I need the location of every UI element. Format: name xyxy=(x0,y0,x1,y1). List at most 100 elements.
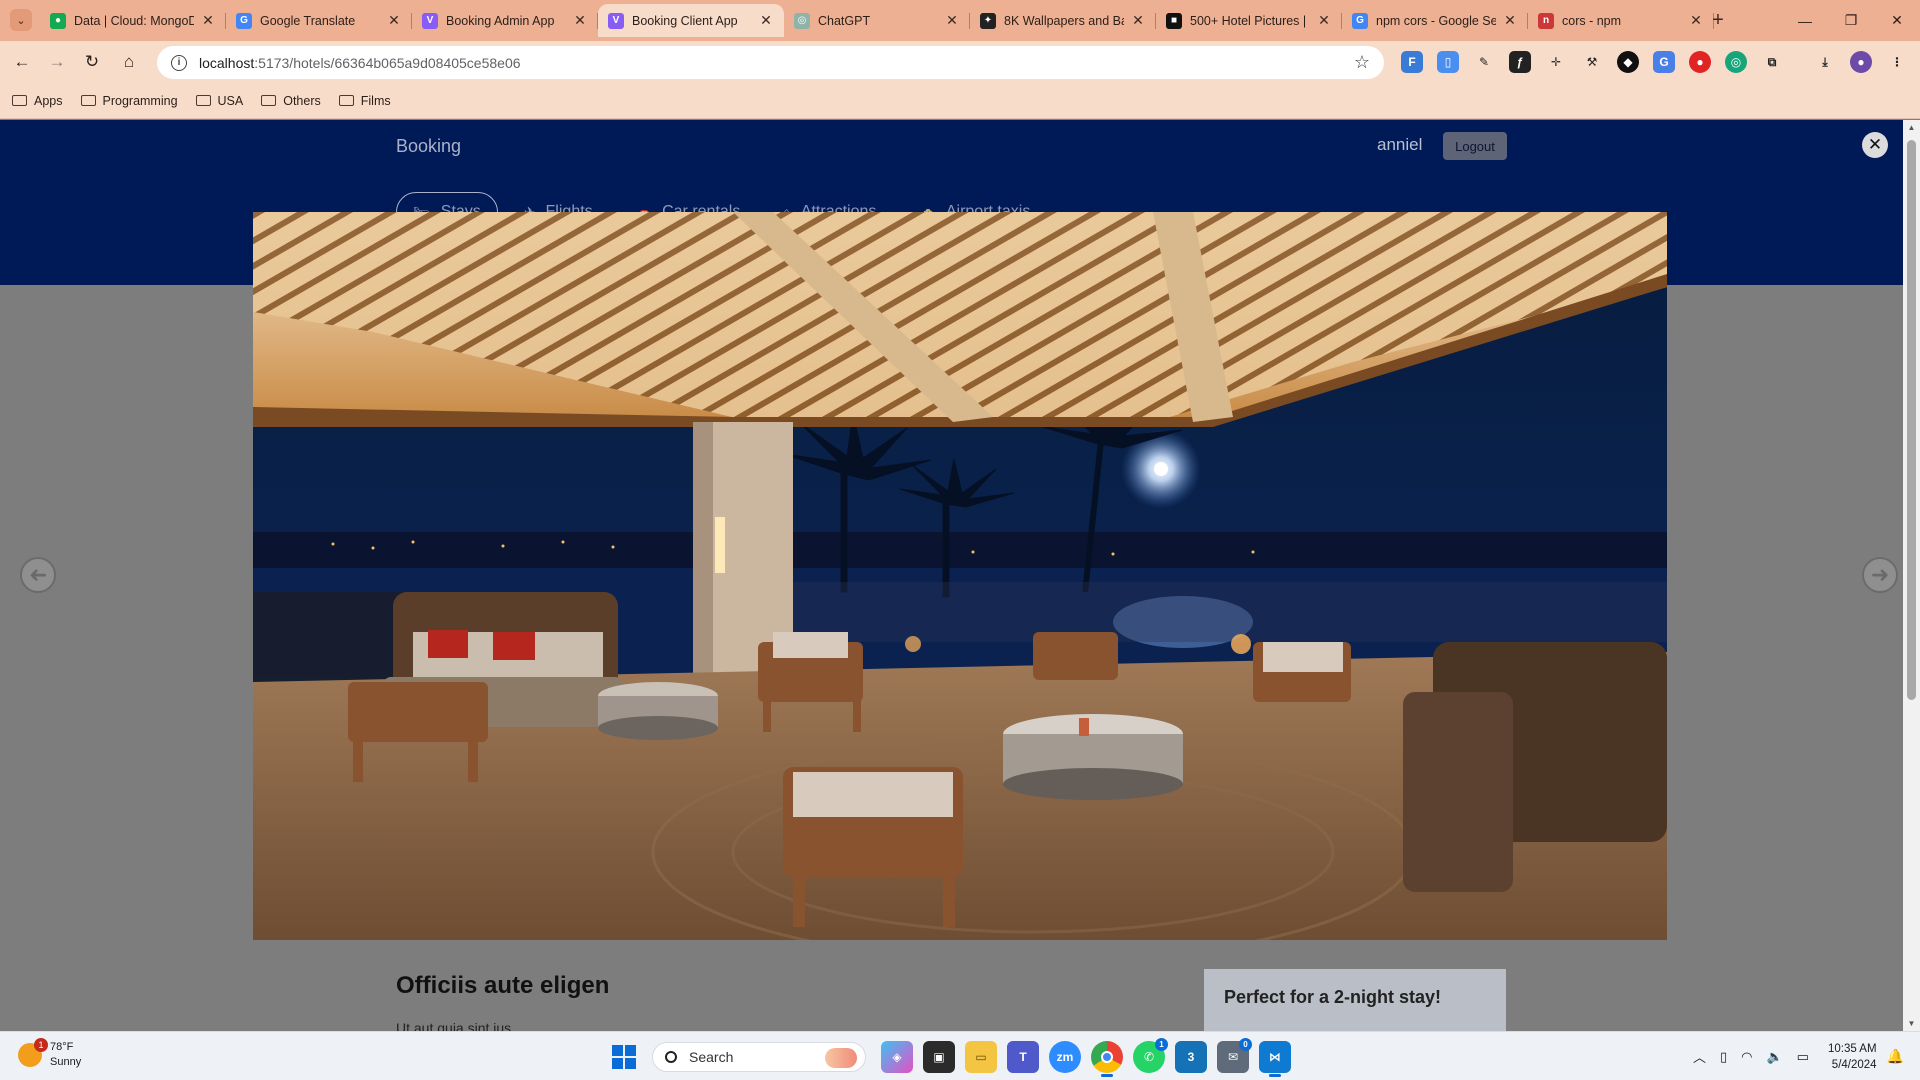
arrow-left-icon: ➜ xyxy=(28,562,48,587)
scrollbar-thumb[interactable] xyxy=(1907,140,1916,700)
tab-close-icon[interactable]: ✕ xyxy=(572,12,588,29)
browser-tab[interactable]: V Booking Admin App ✕ xyxy=(412,4,598,37)
weather-temperature: 78°F xyxy=(50,1041,74,1053)
battery-icon[interactable]: ▭ xyxy=(1797,1049,1809,1065)
browser-tab[interactable]: n cors - npm ✕ xyxy=(1528,4,1714,37)
extension-icon-4[interactable]: ƒ xyxy=(1509,51,1531,73)
minimize-button[interactable]: — xyxy=(1782,0,1828,41)
taskbar-apps: Search ◈ ▣ ▭ T zm ✆ 1 3 ✉ 0 ⋈ xyxy=(612,1037,1296,1077)
task-view-icon[interactable]: ▣ xyxy=(923,1040,955,1073)
translate-extension-icon[interactable]: G xyxy=(1653,51,1675,73)
weather-condition: Sunny xyxy=(50,1056,82,1068)
tab-close-icon[interactable]: ✕ xyxy=(1316,12,1332,29)
tab-close-icon[interactable]: ✕ xyxy=(1502,12,1518,29)
tab-close-icon[interactable]: ✕ xyxy=(758,12,774,29)
extension-icon-1[interactable]: F xyxy=(1401,51,1423,73)
extensions-puzzle-icon[interactable]: ⧉ xyxy=(1761,51,1783,73)
window-controls: — ❐ ✕ xyxy=(1782,0,1920,41)
forward-button[interactable]: → xyxy=(43,48,71,76)
back-button[interactable]: ← xyxy=(8,48,36,76)
hotel-lounge-photo xyxy=(253,212,1667,940)
chrome-icon[interactable] xyxy=(1091,1040,1123,1077)
teams-icon[interactable]: T xyxy=(1007,1040,1039,1073)
slider-prev-arrow[interactable]: ➜ xyxy=(20,557,56,593)
close-window-button[interactable]: ✕ xyxy=(1874,0,1920,41)
weather-widget[interactable]: 1 78°F Sunny xyxy=(18,1038,82,1070)
logout-button[interactable]: Logout xyxy=(1443,132,1507,160)
extension-icon-7[interactable]: ◆ xyxy=(1617,51,1639,73)
bookmark-films[interactable]: Films xyxy=(338,94,391,108)
wifi-icon[interactable]: ◠ xyxy=(1741,1049,1752,1065)
browser-tab[interactable]: ✦ 8K Wallpapers and Backgrounds ✕ xyxy=(970,4,1156,37)
tab-close-icon[interactable]: ✕ xyxy=(1688,12,1704,29)
taskbar-search[interactable]: Search xyxy=(652,1041,866,1072)
extension-icon-2[interactable]: ▯ xyxy=(1437,51,1459,73)
site-info-icon[interactable]: i xyxy=(171,54,187,71)
site-logo[interactable]: Booking xyxy=(396,136,461,157)
profile-avatar[interactable]: ● xyxy=(1850,51,1872,73)
arrow-right-icon: ➜ xyxy=(1870,562,1890,587)
bookmark-others[interactable]: Others xyxy=(261,94,321,108)
mail-icon[interactable]: ✉ 0 xyxy=(1217,1037,1252,1073)
scroll-down-icon[interactable]: ▼ xyxy=(1903,1019,1920,1028)
browser-tab[interactable]: Gnpm cors - Google Search ✕ xyxy=(1342,4,1528,37)
css3-icon[interactable]: 3 xyxy=(1175,1040,1207,1073)
search-icon xyxy=(665,1050,677,1063)
extension-icon-10[interactable]: ◎ xyxy=(1725,51,1747,73)
browser-tab[interactable]: ● Data | Cloud: MongoDB Cloud ✕ xyxy=(40,4,226,37)
address-bar[interactable]: i localhost:5173/hotels/66364b065a9d0840… xyxy=(157,46,1384,79)
vscode-icon[interactable]: ⋈ xyxy=(1259,1040,1291,1077)
browser-tab[interactable]: G Google Translate ✕ xyxy=(226,4,412,37)
scroll-up-icon[interactable]: ▲ xyxy=(1903,123,1920,132)
tab-close-icon[interactable]: ✕ xyxy=(1130,12,1146,29)
reload-button[interactable]: ↻ xyxy=(78,48,106,76)
tab-close-icon[interactable]: ✕ xyxy=(944,12,960,29)
taskbar-search-label: Search xyxy=(689,1048,734,1065)
extension-icon-6[interactable]: ⚒ xyxy=(1581,51,1603,73)
home-button[interactable]: ⌂ xyxy=(115,48,143,76)
downloads-icon[interactable]: ⤓ xyxy=(1814,51,1836,73)
tray-chevron-icon[interactable]: ︿ xyxy=(1693,1047,1706,1066)
windows-taskbar: 1 78°F Sunny Search ◈ ▣ ▭ T zm ✆ 1 3 ✉ 0 ⋈… xyxy=(0,1031,1920,1080)
ruler-extension-icon[interactable]: ✛ xyxy=(1545,51,1567,73)
folder-icon xyxy=(195,95,211,106)
tab-favicon-icon: ◎ xyxy=(794,12,810,29)
browser-tab[interactable]: V Booking Client App ✕ xyxy=(598,4,784,37)
tab-close-icon[interactable]: ✕ xyxy=(200,12,216,29)
zoom-icon[interactable]: zm xyxy=(1049,1040,1081,1073)
volume-icon[interactable]: 🔈 xyxy=(1766,1049,1782,1065)
notification-bell-icon[interactable]: 🔔 xyxy=(1887,1048,1904,1065)
tab-close-icon[interactable]: ✕ xyxy=(386,12,402,29)
slider-next-arrow[interactable]: ➜ xyxy=(1862,557,1898,593)
tab-title: Google Translate xyxy=(260,13,356,28)
bookmark-usa[interactable]: USA xyxy=(195,94,243,108)
hotel-description: Ut aut quia sint ius xyxy=(396,1020,512,1031)
folder-icon xyxy=(80,95,96,106)
file-explorer-icon[interactable]: ▭ xyxy=(965,1040,997,1073)
tab-favicon-icon: n xyxy=(1538,12,1554,29)
tab-strip: ● Data | Cloud: MongoDB Cloud ✕ G Google Tra… xyxy=(40,4,1714,41)
whatsapp-icon[interactable]: ✆ 1 xyxy=(1133,1037,1168,1073)
bookmark-star-icon[interactable]: ☆ xyxy=(1354,52,1370,73)
extension-icon-9[interactable]: ● xyxy=(1689,51,1711,73)
usb-device-icon[interactable]: ▯ xyxy=(1720,1049,1727,1065)
tab-search-button[interactable]: ⌄ xyxy=(10,9,32,31)
browser-tab[interactable]: ■ 500+ Hotel Pictures | Download ✕ xyxy=(1156,4,1342,37)
copilot-icon[interactable]: ◈ xyxy=(881,1040,913,1073)
url-host: localhost xyxy=(199,54,255,71)
browser-tab[interactable]: ◎ ChatGPT ✕ xyxy=(784,4,970,37)
clock-date: 5/4/2024 xyxy=(1831,1058,1877,1071)
new-tab-button[interactable]: + xyxy=(1704,6,1732,34)
restore-button[interactable]: ❐ xyxy=(1828,0,1874,41)
bookmarks-bar: Apps Programming USA Others Films xyxy=(0,83,1920,119)
eyedropper-extension-icon[interactable]: ✎ xyxy=(1473,51,1495,73)
tab-favicon-icon: G xyxy=(236,12,252,29)
page-scrollbar[interactable]: ▲ ▼ xyxy=(1903,120,1920,1031)
browser-menu-icon[interactable]: ⋮ xyxy=(1886,51,1908,73)
slider-close-button[interactable]: ✕ xyxy=(1862,132,1888,158)
bookmark-programming[interactable]: Programming xyxy=(80,94,178,108)
clock[interactable]: 10:35 AM 5/4/2024 xyxy=(1828,1041,1877,1073)
username-label: anniel xyxy=(1377,135,1423,154)
bookmark-apps[interactable]: Apps xyxy=(12,94,63,108)
windows-start-icon[interactable] xyxy=(612,1044,636,1069)
